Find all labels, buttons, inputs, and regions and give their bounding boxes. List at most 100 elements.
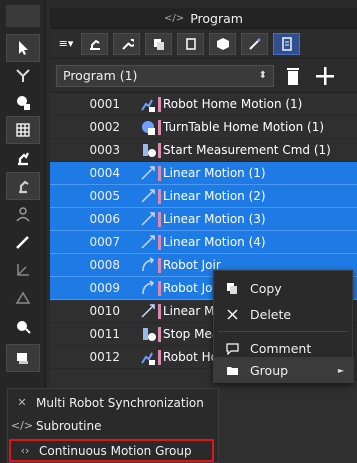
- simulation-icon[interactable]: [6, 312, 40, 340]
- context-delete[interactable]: Delete: [214, 301, 354, 327]
- row-number: 0006: [89, 212, 120, 226]
- submenu-multi-robot-label: Multi Robot Synchronization: [36, 395, 204, 410]
- table-row[interactable]: 0004 Linear Motion (1): [50, 162, 357, 185]
- row-label: TurnTable Home Motion (1): [163, 120, 325, 134]
- submenu-multi-robot[interactable]: ✕ Multi Robot Synchronization: [8, 391, 220, 414]
- folder-icon: [214, 364, 250, 377]
- code-icon: </>: [10, 419, 34, 432]
- measurement-icon: [138, 325, 158, 343]
- table-row[interactable]: 0003 Start Measurement Cmd (1): [50, 139, 357, 162]
- row-label: Linear Motion (2): [163, 189, 266, 203]
- measure-tool-icon[interactable]: [6, 284, 40, 312]
- table-row[interactable]: 0007 Linear Motion (4): [50, 231, 357, 254]
- submenu-continuous-label: Continuous Motion Group: [39, 443, 192, 458]
- clipboard-icon[interactable]: [177, 32, 204, 55]
- toolbar-header: [6, 5, 40, 27]
- row-number: 0008: [89, 258, 120, 272]
- row-color-marker: [158, 303, 161, 319]
- row-label: Robot Ho: [163, 350, 218, 364]
- panel-title: Program: [190, 10, 243, 26]
- linear-motion-icon: [138, 164, 158, 182]
- row-color-marker: [158, 165, 161, 181]
- row-number: 0009: [89, 281, 120, 295]
- copy-icon[interactable]: [145, 32, 172, 55]
- sync-icon: ✕: [17, 396, 27, 409]
- document-icon[interactable]: [273, 32, 300, 55]
- row-color-marker: [158, 349, 161, 365]
- context-group-label: Group: [250, 362, 289, 378]
- dropdown-caret-icon: ⬍: [258, 70, 267, 81]
- linear-motion-icon: [138, 210, 158, 228]
- program-select-row: Program (1) ⬍: [50, 59, 357, 93]
- submenu-continuous-motion-group[interactable]: ‹› Continuous Motion Group: [9, 439, 214, 462]
- row-label: Linear Motion (1): [163, 166, 266, 180]
- add-program-button[interactable]: [312, 63, 338, 89]
- row-number: 0007: [89, 235, 120, 249]
- submenu-subroutine-label: Subroutine: [36, 418, 102, 433]
- row-label: Stop Mea: [163, 327, 220, 341]
- robot-arm-alt-icon[interactable]: [6, 172, 40, 200]
- row-color-marker: [158, 142, 161, 158]
- turntable-icon: [138, 118, 158, 136]
- pointer-tool-icon[interactable]: [6, 34, 40, 62]
- menu-divider: [218, 331, 348, 332]
- robot-icon[interactable]: [81, 32, 108, 55]
- row-color-marker: [158, 188, 161, 204]
- code-icon: </>: [164, 12, 185, 24]
- row-label: Linear Motion (3): [163, 212, 266, 226]
- wand-icon[interactable]: [241, 32, 268, 55]
- trash-icon: [287, 67, 299, 85]
- program-toolbar: ≡▾: [50, 29, 357, 59]
- context-group[interactable]: Group ►: [214, 357, 354, 383]
- menu-icon[interactable]: ≡▾: [56, 33, 76, 55]
- row-number: 0010: [89, 304, 120, 318]
- linear-motion-icon: [138, 187, 158, 205]
- path-tool-icon[interactable]: [6, 62, 40, 90]
- submenu-subroutine[interactable]: </> Subroutine: [8, 414, 220, 437]
- table-row[interactable]: 0006 Linear Motion (3): [50, 208, 357, 231]
- row-label: Robot Home Motion (1): [163, 97, 303, 111]
- row-number: 0004: [89, 166, 120, 180]
- row-label: Linear Motion (4): [163, 235, 266, 249]
- row-number: 0005: [89, 189, 120, 203]
- context-delete-label: Delete: [250, 306, 292, 322]
- row-color-marker: [158, 234, 161, 250]
- linear-motion-icon: [138, 302, 158, 320]
- row-label: Start Measurement Cmd (1): [163, 143, 331, 157]
- table-row[interactable]: 0005 Linear Motion (2): [50, 185, 357, 208]
- context-copy-label: Copy: [250, 280, 282, 296]
- table-row[interactable]: 0001 Robot Home Motion (1): [50, 93, 357, 116]
- continuous-group-icon: ‹›: [20, 444, 30, 457]
- context-comment-label: Comment: [250, 340, 312, 356]
- copy-icon: [214, 282, 250, 295]
- program-dropdown[interactable]: Program (1) ⬍: [56, 64, 274, 87]
- wrench-icon[interactable]: [113, 32, 140, 55]
- cube-icon[interactable]: [209, 32, 236, 55]
- robot-program-icon[interactable]: [6, 344, 40, 372]
- axis-icon[interactable]: [6, 256, 40, 284]
- user-icon[interactable]: [6, 200, 40, 228]
- table-row[interactable]: 0002 TurnTable Home Motion (1): [50, 116, 357, 139]
- delete-program-button[interactable]: [280, 63, 306, 89]
- row-number: 0012: [89, 350, 120, 364]
- robot-arm-icon[interactable]: [6, 144, 40, 172]
- context-menu: Copy Delete Comment Group ►: [213, 270, 354, 383]
- row-number: 0002: [89, 120, 120, 134]
- group-submenu: ✕ Multi Robot Synchronization </> Subrou…: [7, 388, 219, 463]
- grid-icon[interactable]: [6, 116, 40, 144]
- joint-motion-icon: [138, 279, 158, 297]
- close-icon: [214, 308, 250, 321]
- joint-motion-icon: [138, 256, 158, 274]
- row-color-marker: [158, 326, 161, 342]
- panel-title-bar: </> Program: [50, 8, 357, 29]
- row-number: 0011: [89, 327, 120, 341]
- submenu-arrow-icon: ►: [337, 365, 344, 375]
- context-copy[interactable]: Copy: [214, 275, 354, 301]
- row-number: 0003: [89, 143, 120, 157]
- row-number: 0001: [89, 97, 120, 111]
- row-color-marker: [158, 257, 161, 273]
- pen-icon[interactable]: [6, 228, 40, 256]
- linear-motion-icon: [138, 233, 158, 251]
- measurement-icon: [138, 141, 158, 159]
- robot-add-icon[interactable]: [6, 88, 40, 116]
